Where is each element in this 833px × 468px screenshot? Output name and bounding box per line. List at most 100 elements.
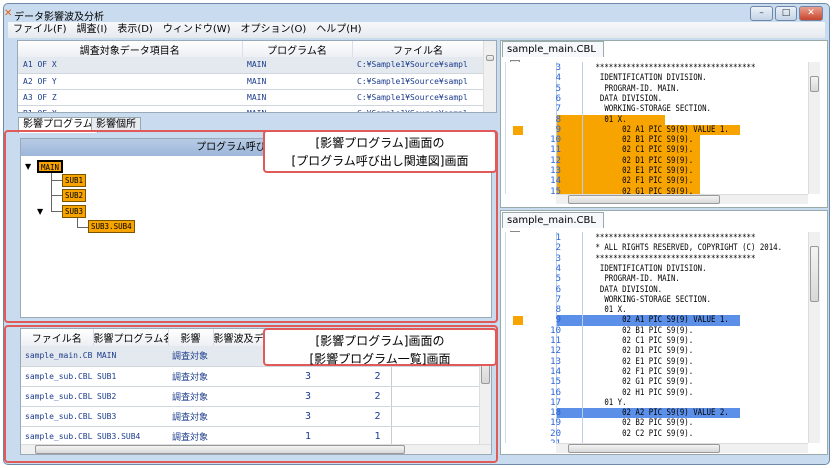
menu-options[interactable]: オプション(O) — [236, 22, 312, 38]
code-line: 9 02 A1 PIC S9(9) VALUE 1. — [506, 124, 808, 136]
line-number: 13 — [550, 356, 561, 367]
code-text: 02 A2 PIC S9(9) VALUE 2. — [591, 408, 729, 419]
code-line: 15 02 G1 PIC S9(9). — [506, 377, 808, 387]
line-number: 4 — [555, 73, 561, 84]
code-text: WORKING-STORAGE SECTION. — [591, 104, 711, 115]
code-line: 4 IDENTIFICATION DIVISION. — [506, 73, 808, 83]
code-text: 01 X. — [591, 305, 627, 316]
code-text: 02 A1 PIC S9(9) VALUE 1. — [591, 124, 729, 135]
col-header-file[interactable]: ファイル名 — [352, 41, 485, 57]
close-button[interactable]: ✕ — [799, 6, 823, 21]
code-line: 9 02 A1 PIC S9(9) VALUE 1. — [506, 315, 808, 326]
maximize-button[interactable]: □ — [775, 6, 797, 21]
target-data-table: 調査対象データ項目名 プログラム名 ファイル名 A1 OF X MAIN C:¥Samp… — [17, 40, 497, 113]
line-number: 15 — [550, 377, 561, 388]
code-line: 5 PROGRAM-ID. MAIN. — [506, 84, 808, 94]
callout-graph: [影響プログラム]画面の [プログラム呼び出し関連図]画面 — [263, 130, 497, 173]
table-row[interactable]: A1 OF X MAIN C:¥Sample1¥Source¥sampl — [18, 57, 484, 74]
vertical-scrollbar[interactable] — [808, 232, 820, 443]
line-number: 9 — [555, 124, 561, 135]
code-line: 18 02 A2 PIC S9(9) VALUE 2. — [506, 408, 808, 419]
menu-investigate[interactable]: 調査(I) — [72, 22, 113, 38]
callout-line: [影響プログラム]画面の — [315, 136, 445, 150]
code-text: PROGRAM-ID. MAIN. — [591, 274, 680, 285]
code-text: 02 B1 PIC S9(9). — [591, 325, 694, 336]
col-header-data-item[interactable]: 調査対象データ項目名 — [18, 41, 243, 57]
line-number: 16 — [550, 387, 561, 398]
code-text: 02 F1 PIC S9(9). — [591, 366, 694, 377]
editor-tab-label: sample_main.CBL — [507, 215, 596, 226]
code-text: IDENTIFICATION DIVISION. — [591, 73, 707, 84]
line-number: 7 — [555, 294, 561, 305]
line-number: 14 — [550, 366, 561, 377]
code-line: 6 DATA DIVISION. — [506, 94, 808, 104]
menu-file[interactable]: ファイル(F) — [8, 22, 72, 38]
line-number: 8 — [555, 305, 561, 316]
code-line: 4 IDENTIFICATION DIVISION. — [506, 264, 808, 274]
code-line: 20 02 C2 PIC S9(9). — [506, 429, 808, 439]
callout-line: [プログラム呼び出し関連図]画面 — [291, 154, 469, 168]
table-row[interactable]: B1 OF X MAIN C:¥Sample1¥Source¥sampl — [18, 105, 484, 112]
line-number: 21 — [506, 439, 561, 443]
code-text: * ALL RIGHTS RESERVED, COPYRIGHT (C) 201… — [591, 243, 783, 254]
code-line: 2 * ALL RIGHTS RESERVED, COPYRIGHT (C) 2… — [506, 243, 808, 253]
callout-line: [影響プログラム一覧]画面 — [309, 352, 451, 366]
code-line: 12 02 D1 PIC S9(9). — [506, 155, 808, 166]
scroll-thumb[interactable] — [486, 55, 494, 61]
code-text: 02 F1 PIC S9(9). — [591, 176, 694, 187]
code-text: 02 C1 PIC S9(9). — [591, 336, 694, 346]
horizontal-scrollbar[interactable] — [556, 443, 808, 453]
callout-line: [影響プログラム]画面の — [315, 334, 445, 348]
editor-tab[interactable]: sample_main.CBLx — [502, 212, 604, 241]
table-row[interactable]: A3 OF Z MAIN C:¥Sample1¥Source¥sampl — [18, 89, 484, 106]
minimize-button[interactable]: – — [750, 6, 773, 21]
window-title: データ影響波及分析 — [14, 12, 104, 23]
line-number: 14 — [550, 176, 561, 187]
code-text: 01 X. — [591, 114, 627, 125]
menu-help[interactable]: ヘルプ(H) — [311, 22, 366, 38]
code-line: 14 02 F1 PIC S9(9). — [506, 176, 808, 187]
vertical-scrollbar[interactable] — [808, 62, 820, 194]
line-number: 3 — [555, 253, 561, 264]
code-line: 19 02 B2 PIC S9(9). — [506, 418, 808, 428]
code-text: 01 Y. — [591, 397, 627, 408]
code-editor-bottom[interactable]: 1 ************************************ 2 … — [505, 232, 808, 443]
menu-view[interactable]: 表示(D) — [112, 22, 158, 38]
code-line: 10 02 B1 PIC S9(9). — [506, 135, 808, 146]
col-header-program[interactable]: プログラム名 — [242, 41, 353, 57]
table-row[interactable]: A2 OF Y MAIN C:¥Sample1¥Source¥sampl — [18, 73, 484, 90]
table-cell: MAIN — [242, 57, 352, 74]
code-text: WORKING-STORAGE SECTION. — [591, 294, 711, 305]
code-line: 11 02 C1 PIC S9(9). — [506, 145, 808, 156]
code-line: 1 ************************************ — [506, 233, 808, 243]
horizontal-scrollbar[interactable] — [556, 194, 808, 204]
code-line: 7 WORKING-STORAGE SECTION. — [506, 295, 808, 305]
code-text: IDENTIFICATION DIVISION. — [591, 263, 707, 274]
code-line: 3 ************************************ — [506, 63, 808, 73]
line-number: 13 — [550, 166, 561, 176]
line-number: 19 — [550, 418, 561, 429]
vertical-scrollbar[interactable] — [483, 41, 496, 112]
menu-bar: ファイル(F) 調査(I) 表示(D) ウィンドウ(W) オプション(O) ヘルプ(H) — [8, 22, 825, 38]
line-number: 9 — [555, 315, 561, 326]
line-number: 12 — [550, 155, 561, 166]
code-text: 02 G1 PIC S9(9). — [591, 377, 694, 388]
table-cell: MAIN — [242, 89, 352, 106]
code-text: ************************************ — [591, 233, 756, 243]
code-line: 7 WORKING-STORAGE SECTION. — [506, 104, 808, 114]
code-line: 17 01 Y. — [506, 398, 808, 408]
line-number: 1 — [555, 233, 561, 243]
code-text: 02 C1 PIC S9(9). — [591, 145, 694, 156]
code-text: 02 C2 PIC S9(9). — [591, 428, 694, 439]
code-text: PROGRAM-ID. MAIN. — [591, 83, 680, 94]
editor-tab[interactable]: sample_main.CBLx — [502, 41, 604, 70]
code-text: DATA DIVISION. — [591, 284, 663, 295]
callout-list: [影響プログラム]画面の [影響プログラム一覧]画面 — [263, 328, 497, 366]
code-line: 5 PROGRAM-ID. MAIN. — [506, 274, 808, 284]
code-text: 02 G1 PIC S9(9). — [591, 186, 694, 194]
code-editor-top[interactable]: 3 ************************************ 4 … — [505, 62, 808, 194]
menu-window[interactable]: ウィンドウ(W) — [158, 22, 236, 38]
code-line: 6 DATA DIVISION. — [506, 285, 808, 295]
code-line: 11 02 C1 PIC S9(9). — [506, 336, 808, 346]
line-number: 12 — [550, 346, 561, 357]
